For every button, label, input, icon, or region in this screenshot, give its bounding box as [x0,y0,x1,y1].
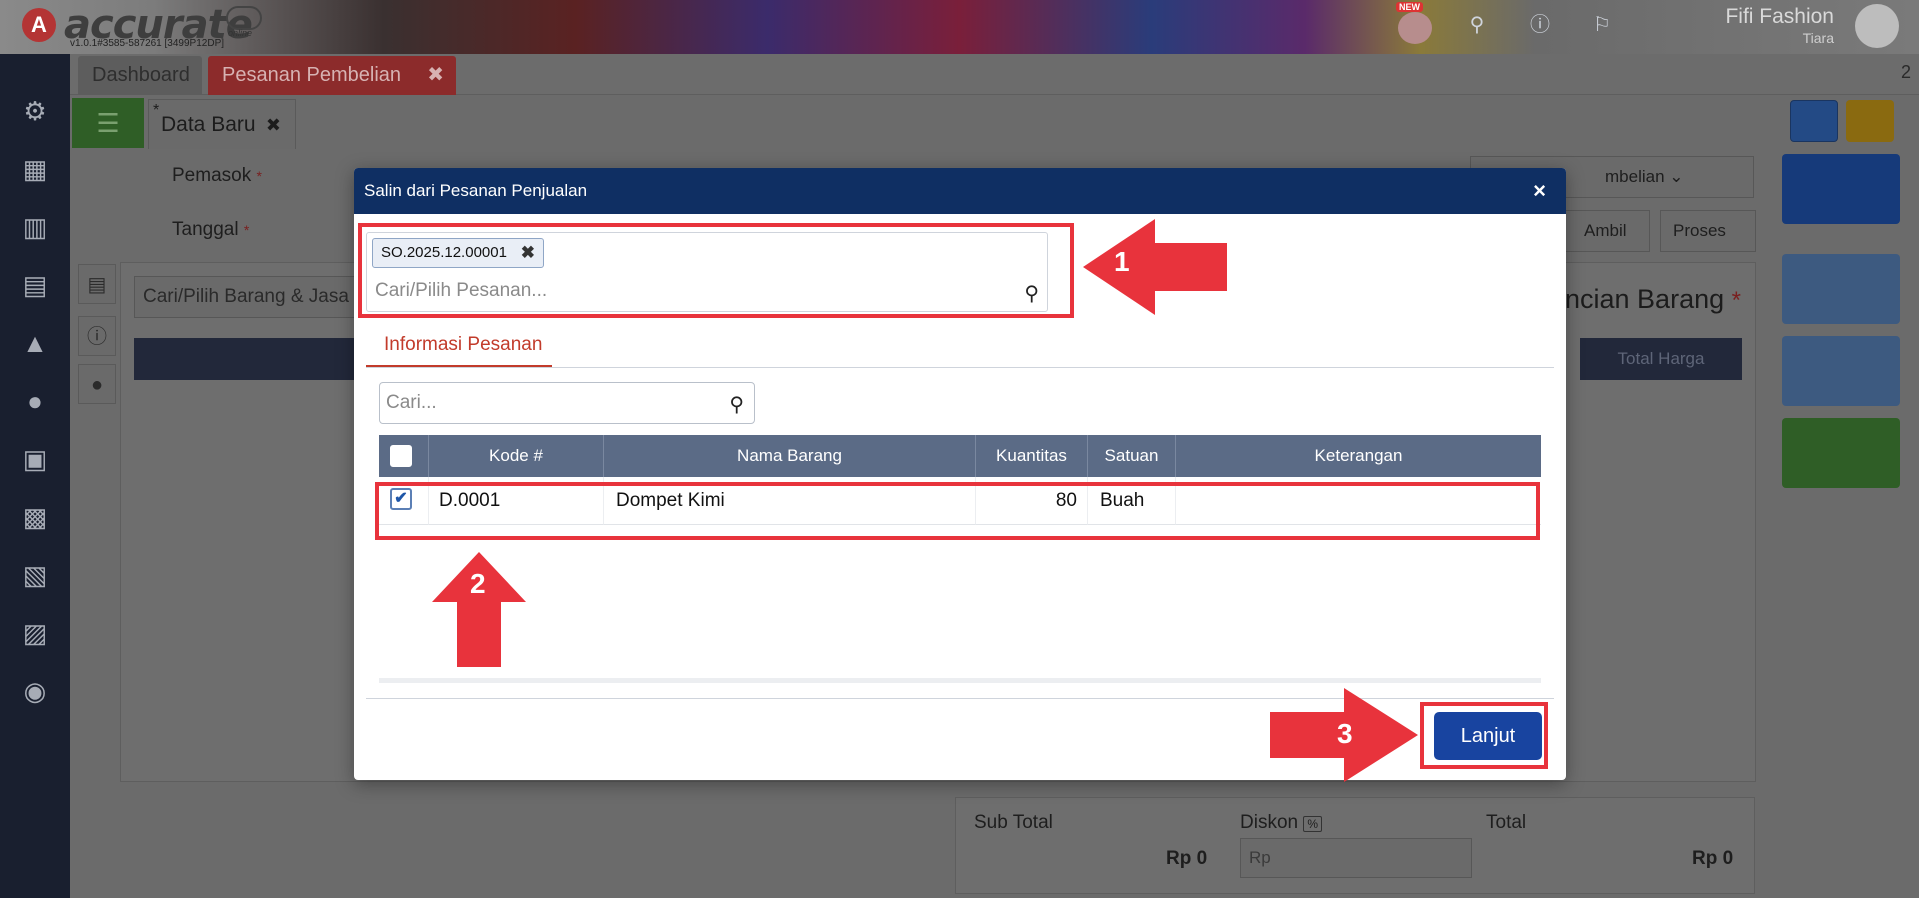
version-label: v1.0.1#3585-587261 [3499P12DP] [70,38,225,49]
item-filter-box: ⚲ [379,382,755,424]
column-header-nama-barang[interactable]: Nama Barang [604,435,976,477]
avatar[interactable] [1855,4,1899,48]
column-header-keterangan[interactable]: Keterangan [1176,435,1541,477]
highlight-box-step3 [1420,702,1548,769]
diskon-placeholder: Rp [1249,848,1271,867]
save-button[interactable] [1782,154,1900,224]
total-label: Total [1486,812,1527,833]
lightbulb-button[interactable] [1846,100,1894,142]
left-sidebar: ⚙ ▦ ▥ ▤ ▲ ● ▣ ▩ ▧ ▨ ◉ [0,54,70,898]
ledger-icon[interactable]: ▤ [18,268,52,302]
list-icon[interactable]: ☰ [72,98,144,148]
cart-icon[interactable]: ▣ [18,442,52,476]
report-icon[interactable]: ◉ [18,674,52,708]
search-icon[interactable]: ⚲ [1464,12,1490,38]
tab-label: Pesanan Pembelian [222,64,402,86]
document-button[interactable] [1782,254,1900,324]
column-header-kuantitas[interactable]: Kuantitas [976,435,1088,477]
top-header: A accurate online v1.0.1#3585-587261 [34… [0,0,1919,54]
column-header-satuan[interactable]: Satuan [1088,435,1176,477]
highlight-box-step1 [358,223,1074,318]
gear-icon[interactable]: ⚙ [18,94,52,128]
totals-panel: Sub Total Rp 0 Diskon % Rp Total Rp 0 [955,797,1755,894]
horizontal-scrollbar[interactable] [379,678,1541,683]
select-all-checkbox[interactable] [390,445,412,467]
dialog-title: Salin dari Pesanan Penjualan [364,181,588,200]
select-all-header [379,435,429,477]
company-name[interactable]: Fifi Fashion [1725,5,1834,29]
close-icon[interactable]: ✖ [266,100,281,150]
factory-icon[interactable]: ▧ [18,558,52,592]
total-harga-label: Total Harga [1617,349,1705,368]
total-harga-header: Total Harga [1580,338,1742,380]
item-search-input[interactable]: Cari/Pilih Barang & Jasa [134,276,374,318]
tab-dashboard[interactable]: Dashboard [78,56,202,95]
info-icon[interactable]: ⓘ [78,316,116,356]
app-root: A accurate online v1.0.1#3585-587261 [34… [0,0,1919,898]
subtotal-value: Rp 0 [1166,848,1208,869]
cash-register-icon[interactable]: ▦ [18,152,52,186]
pemasok-label: Pemasok * [172,165,262,187]
user-name: Tiara [1802,30,1834,46]
subtab-label: Data Baru [161,113,256,136]
help-icon[interactable]: ⓘ [1527,12,1553,38]
pemasok-label-text: Pemasok [172,165,252,186]
rincian-label: ncian Barang [1565,284,1725,314]
step3-number: 3 [1337,718,1353,749]
ambil-label: Ambil [1584,221,1627,240]
column-header-kode[interactable]: Kode # [429,435,604,477]
required-mark: * [256,168,262,184]
item-search-placeholder: Cari/Pilih Barang & Jasa [143,286,349,307]
building-icon[interactable]: ▥ [18,210,52,244]
diskon-label: Diskon % [1240,812,1323,834]
tanggal-label: Tanggal * [172,219,249,241]
tanggal-label-text: Tanggal [172,219,239,240]
more-options-button[interactable] [1782,418,1900,488]
diskon-label-text: Diskon [1240,812,1299,833]
close-icon[interactable]: × [1533,168,1546,214]
step1-number: 1 [1114,246,1130,277]
tab-data-baru[interactable]: * Data Baru ✖ [148,99,296,149]
settings-button[interactable] [1790,100,1838,142]
select-value: mbelian [1605,167,1665,186]
tab-divider [366,367,1554,368]
rincian-barang-title: ncian Barang * [1565,284,1741,315]
tab-strip: Dashboard Pesanan Pembelian ✖ 2 [70,54,1919,95]
required-mark: * [243,222,250,238]
tab-count-dropdown[interactable]: 2 [1901,62,1911,83]
unsaved-marker: * [153,102,160,119]
bell-icon[interactable]: ⚐ [1589,12,1615,38]
cloud-icon [226,6,262,30]
new-badge: NEW [1396,2,1423,12]
proses-button[interactable]: Proses [1660,210,1756,252]
step2-number: 2 [470,568,486,599]
whats-new-icon[interactable] [1398,12,1432,44]
search-icon[interactable]: ⚲ [729,392,744,417]
user-lock-icon[interactable]: ● [78,364,116,404]
required-mark: * [1731,287,1741,314]
total-value: Rp 0 [1692,848,1734,869]
diskon-unit-toggle[interactable]: % [1303,816,1323,832]
tab-pesanan-pembelian[interactable]: Pesanan Pembelian ✖ [208,56,456,95]
accurate-logo-icon[interactable]: A [22,8,56,42]
proses-label: Proses [1673,221,1726,240]
dolly-icon[interactable]: ▩ [18,500,52,534]
highlight-box-step2 [375,482,1540,540]
tax-icon[interactable]: ▨ [18,616,52,650]
arrow-step1-icon [1083,219,1227,315]
logo-subtitle: online [228,28,253,38]
subtotal-label: Sub Total [974,812,1053,833]
money-bag-icon[interactable]: ● [18,384,52,418]
diskon-input[interactable]: Rp [1240,838,1472,878]
document-icon[interactable]: ▤ [78,264,116,304]
attachment-button[interactable] [1782,336,1900,406]
item-filter-input[interactable] [386,389,706,417]
dialog-header: Salin dari Pesanan Penjualan × [354,168,1566,214]
item-table-header-left [134,338,364,380]
tab-informasi-pesanan[interactable]: Informasi Pesanan [366,330,552,368]
bank-icon[interactable]: ▲ [18,326,52,360]
close-icon[interactable]: ✖ [427,56,444,95]
ambil-button[interactable]: Ambil [1565,210,1650,252]
